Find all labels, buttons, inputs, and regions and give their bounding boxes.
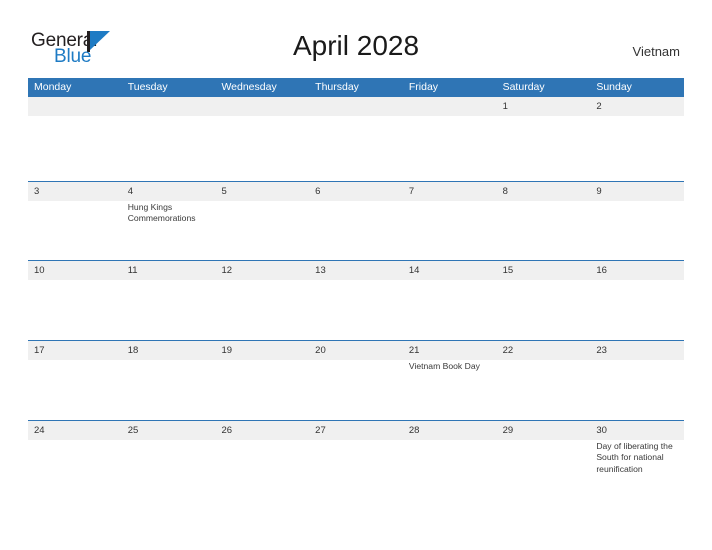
day-cell[interactable]: 3 <box>28 182 122 260</box>
day-cell[interactable]: 22 <box>497 341 591 420</box>
day-number: 5 <box>221 186 227 197</box>
day-cell[interactable] <box>122 97 216 181</box>
day-cell[interactable]: 30 Day of liberating the South for natio… <box>590 421 684 521</box>
day-cell[interactable]: 16 <box>590 261 684 340</box>
weekday-tuesday: Tuesday <box>127 81 168 93</box>
week-row: 3 4 Hung Kings Commemorations 5 6 7 8 9 <box>28 181 684 260</box>
day-number: 4 <box>127 186 134 197</box>
day-cell[interactable] <box>215 97 309 181</box>
day-cell[interactable]: 6 <box>309 182 403 260</box>
day-number: 19 <box>221 345 233 356</box>
day-number: 29 <box>502 425 514 436</box>
day-number: 6 <box>315 186 321 197</box>
day-cell[interactable]: 9 <box>590 182 684 260</box>
day-event: Hung Kings Commemorations <box>127 202 196 224</box>
calendar-page: General Blue April 2028 Vietnam Monday T… <box>0 0 712 550</box>
day-number: 13 <box>315 265 326 276</box>
day-cell[interactable]: 19 <box>215 341 309 420</box>
day-cell[interactable]: 24 <box>28 421 122 521</box>
day-cell[interactable]: 27 <box>309 421 403 521</box>
weekday-saturday: Saturday <box>502 81 545 93</box>
weekday-sunday: Sunday <box>596 81 632 93</box>
day-number: 27 <box>315 425 326 436</box>
day-number: 7 <box>408 186 415 197</box>
day-number <box>221 97 305 116</box>
day-number: 1 <box>502 101 508 112</box>
day-number: 14 <box>408 265 420 276</box>
day-number: 12 <box>221 265 233 276</box>
day-number <box>128 97 212 116</box>
day-event: Vietnam Book Day <box>408 361 480 371</box>
day-number: 2 <box>596 101 602 112</box>
day-event: Day of liberating the South for national… <box>596 441 673 474</box>
day-cell[interactable] <box>309 97 403 181</box>
day-number: 16 <box>596 265 607 276</box>
country-label: Vietnam <box>632 44 680 59</box>
weekday-thursday: Thursday <box>315 81 359 93</box>
day-cell[interactable]: 1 <box>497 97 591 181</box>
day-cell[interactable]: 7 <box>403 182 497 260</box>
day-cell[interactable]: 10 <box>28 261 122 340</box>
day-number <box>409 97 493 116</box>
week-row: 1 2 <box>28 97 684 181</box>
day-number: 24 <box>34 425 45 436</box>
day-cell[interactable]: 29 <box>497 421 591 521</box>
day-number: 8 <box>502 186 508 197</box>
day-cell[interactable]: 15 <box>497 261 591 340</box>
day-cell[interactable]: 23 <box>590 341 684 420</box>
day-number <box>34 97 118 116</box>
day-cell[interactable]: 11 <box>122 261 216 340</box>
week-row: 24 25 26 27 28 29 30 Day of liberating t… <box>28 420 684 521</box>
day-cell[interactable]: 2 <box>590 97 684 181</box>
day-number: 25 <box>127 425 139 436</box>
day-cell[interactable]: 21 Vietnam Book Day <box>403 341 497 420</box>
day-cell[interactable]: 17 <box>28 341 122 420</box>
day-number: 11 <box>127 265 138 276</box>
day-cell[interactable] <box>28 97 122 181</box>
page-header: General Blue April 2028 Vietnam <box>0 0 712 76</box>
day-number: 17 <box>34 345 45 356</box>
page-title: April 2028 <box>292 30 420 61</box>
day-number: 21 <box>408 345 420 356</box>
day-cell[interactable]: 13 <box>309 261 403 340</box>
week-row: 17 18 19 20 21 Vietnam Book Day 22 23 <box>28 340 684 420</box>
weekday-monday: Monday <box>34 81 72 93</box>
day-cell[interactable]: 14 <box>403 261 497 340</box>
day-number: 20 <box>315 345 326 356</box>
day-cell[interactable]: 20 <box>309 341 403 420</box>
day-cell[interactable] <box>403 97 497 181</box>
day-cell[interactable]: 28 <box>403 421 497 521</box>
day-number: 30 <box>596 425 607 436</box>
day-cell[interactable]: 12 <box>215 261 309 340</box>
day-number: 18 <box>127 345 139 356</box>
weekday-wednesday: Wednesday <box>221 81 277 93</box>
day-number: 15 <box>502 265 514 276</box>
day-cell[interactable]: 18 <box>122 341 216 420</box>
day-number: 9 <box>596 186 602 197</box>
calendar-grid: Monday Tuesday Wednesday Thursday Friday… <box>28 78 684 521</box>
day-cell[interactable]: 4 Hung Kings Commemorations <box>122 182 216 260</box>
day-number: 3 <box>34 186 40 197</box>
day-number <box>315 97 399 116</box>
day-number: 22 <box>502 345 514 356</box>
weekday-friday: Friday <box>408 81 439 93</box>
day-cell[interactable]: 26 <box>215 421 309 521</box>
day-cell[interactable]: 5 <box>215 182 309 260</box>
day-number: 10 <box>34 265 45 276</box>
day-number: 26 <box>221 425 233 436</box>
week-row: 10 11 12 13 14 15 16 <box>28 260 684 340</box>
day-cell[interactable]: 8 <box>497 182 591 260</box>
day-number: 28 <box>408 425 420 436</box>
day-number: 23 <box>596 345 607 356</box>
weekday-header-row: Monday Tuesday Wednesday Thursday Friday… <box>28 78 684 97</box>
day-cell[interactable]: 25 <box>122 421 216 521</box>
